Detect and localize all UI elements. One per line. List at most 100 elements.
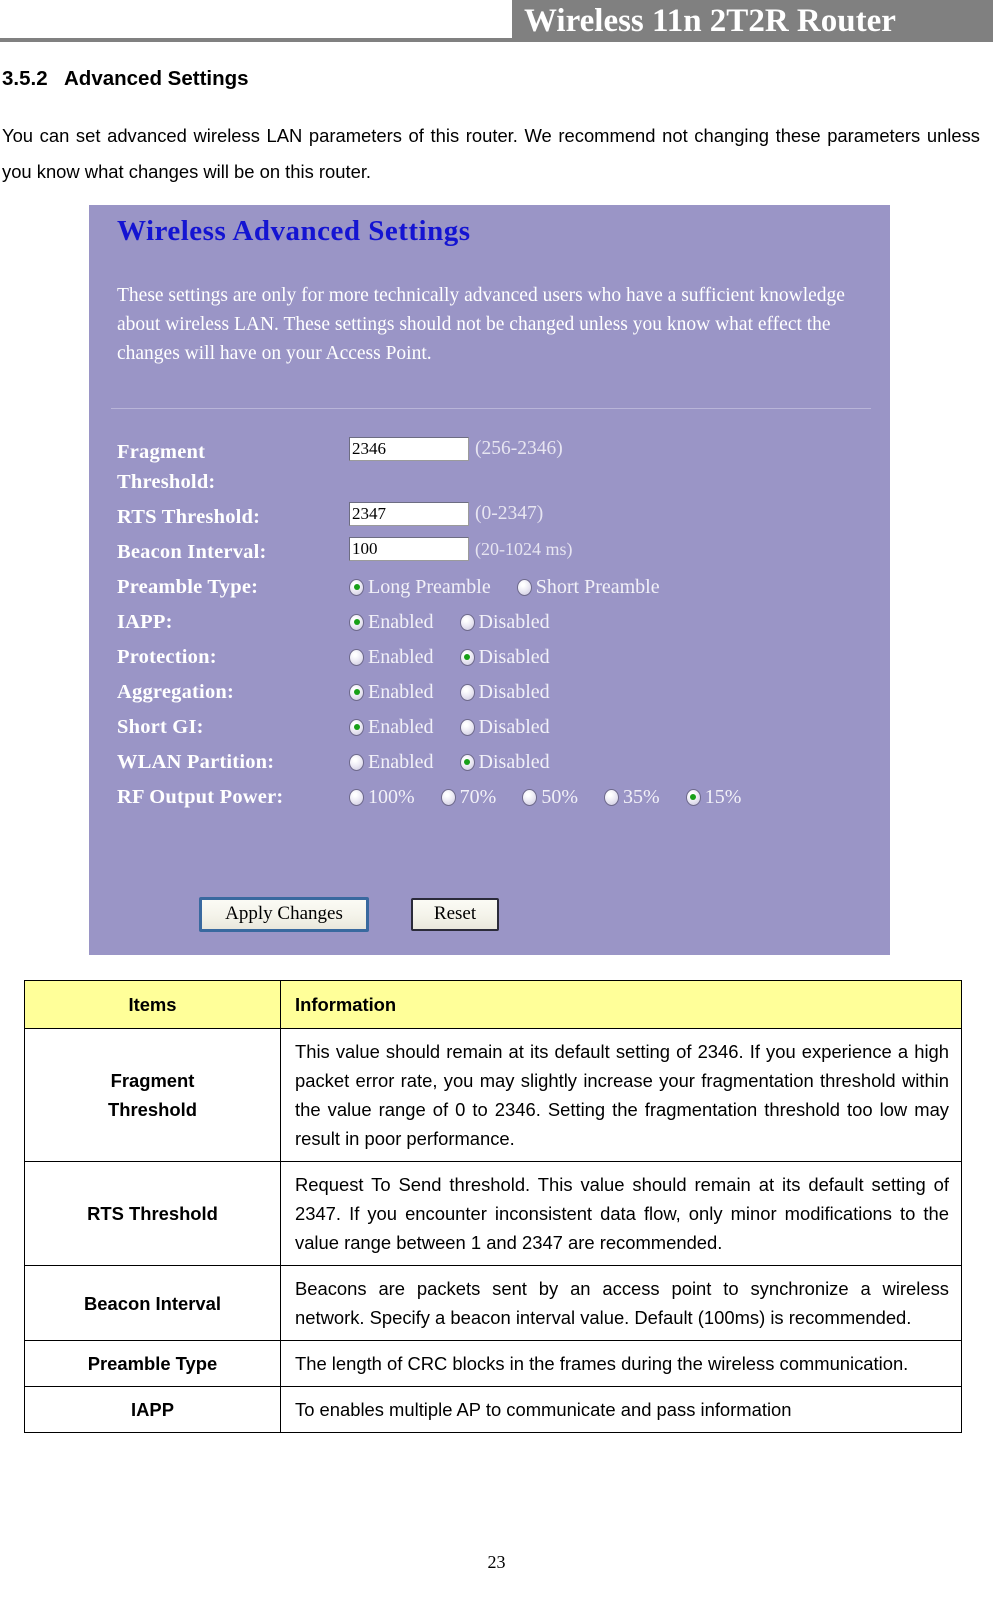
radio-dot-icon[interactable] bbox=[604, 788, 620, 806]
field-row-wlan-partition: WLAN Partition: Enabled Disabled bbox=[117, 747, 877, 777]
radio-protection-enabled[interactable]: Enabled bbox=[349, 645, 434, 669]
radio-rf-power-50[interactable]: 50% bbox=[522, 785, 578, 809]
radio-dot-icon[interactable] bbox=[459, 718, 475, 736]
radio-dot-icon[interactable] bbox=[349, 578, 364, 596]
protection-radio-group: Enabled Disabled bbox=[349, 642, 566, 672]
radio-dot-icon[interactable] bbox=[349, 648, 364, 666]
radio-label: Disabled bbox=[478, 646, 550, 668]
preamble-type-label: Preamble Type: bbox=[117, 576, 259, 598]
radio-dot-icon[interactable] bbox=[349, 683, 364, 701]
panel-divider bbox=[111, 408, 871, 409]
table-row: Preamble Type The length of CRC blocks i… bbox=[24, 1340, 962, 1387]
radio-rf-power-70[interactable]: 70% bbox=[440, 785, 496, 809]
radio-label: 100% bbox=[368, 786, 415, 808]
radio-short-gi-disabled[interactable]: Disabled bbox=[459, 715, 550, 739]
fragment-threshold-label: Fragment Threshold: bbox=[117, 437, 349, 497]
radio-dot-icon[interactable] bbox=[349, 613, 364, 631]
radio-rf-power-15[interactable]: 15% bbox=[685, 785, 742, 809]
beacon-interval-range-hint: (20-1024 ms) bbox=[475, 538, 573, 559]
row-item-preamble-type: Preamble Type bbox=[24, 1340, 281, 1387]
radio-dot-icon[interactable] bbox=[440, 788, 456, 806]
section-heading: 3.5.2 Advanced Settings bbox=[2, 67, 249, 91]
panel-title: Wireless Advanced Settings bbox=[117, 215, 471, 247]
radio-label: 15% bbox=[704, 786, 742, 808]
row-item-iapp: IAPP bbox=[24, 1386, 281, 1433]
radio-aggregation-enabled[interactable]: Enabled bbox=[349, 680, 434, 704]
radio-dot-icon[interactable] bbox=[349, 788, 364, 806]
items-information-table: Items Information Fragment Threshold Thi… bbox=[24, 980, 962, 1433]
row-item-line2: Threshold bbox=[108, 1099, 197, 1120]
row-info-rts-threshold: Request To Send threshold. This value sh… bbox=[280, 1161, 962, 1266]
radio-label: Enabled bbox=[368, 681, 434, 703]
row-item-line1: Fragment bbox=[110, 1070, 195, 1091]
protection-label: Protection: bbox=[117, 646, 217, 668]
iapp-label: IAPP: bbox=[117, 611, 173, 633]
rts-threshold-input[interactable] bbox=[349, 502, 469, 526]
field-row-rf-output-power: RF Output Power: 100% 70% 50% 35% 15% bbox=[117, 782, 877, 812]
row-info-preamble-type: The length of CRC blocks in the frames d… bbox=[280, 1340, 962, 1387]
radio-aggregation-disabled[interactable]: Disabled bbox=[459, 680, 550, 704]
fragment-threshold-label-line2: Threshold: bbox=[117, 471, 216, 493]
router-settings-panel: Wireless Advanced Settings These setting… bbox=[89, 205, 890, 955]
rts-threshold-label: RTS Threshold: bbox=[117, 506, 261, 528]
panel-description: These settings are only for more technic… bbox=[117, 285, 845, 364]
section-title: Advanced Settings bbox=[64, 67, 249, 90]
radio-wlan-partition-disabled[interactable]: Disabled bbox=[459, 750, 550, 774]
radio-rf-power-35[interactable]: 35% bbox=[604, 785, 660, 809]
radio-dot-icon[interactable] bbox=[349, 753, 364, 771]
beacon-interval-label: Beacon Interval: bbox=[117, 541, 267, 563]
reset-button[interactable]: Reset bbox=[411, 898, 499, 931]
short-gi-label: Short GI: bbox=[117, 716, 204, 738]
radio-label: Disabled bbox=[478, 716, 550, 738]
row-info-fragment-threshold: This value should remain at its default … bbox=[280, 1028, 962, 1162]
radio-dot-icon[interactable] bbox=[516, 578, 532, 596]
wlan-partition-label: WLAN Partition: bbox=[117, 751, 275, 773]
radio-preamble-long[interactable]: Long Preamble bbox=[349, 575, 491, 599]
apply-changes-button[interactable]: Apply Changes bbox=[199, 897, 369, 932]
radio-label: 50% bbox=[541, 786, 579, 808]
radio-rf-power-100[interactable]: 100% bbox=[349, 785, 415, 809]
column-header-items: Items bbox=[24, 980, 281, 1029]
panel-button-row: Apply Changes Reset bbox=[199, 897, 499, 932]
radio-label: Disabled bbox=[478, 751, 550, 773]
radio-label: Short Preamble bbox=[535, 576, 660, 598]
radio-dot-icon[interactable] bbox=[459, 753, 475, 771]
beacon-interval-input[interactable] bbox=[349, 537, 469, 561]
fragment-threshold-range-hint: (256-2346) bbox=[475, 438, 563, 459]
radio-label: Long Preamble bbox=[368, 576, 491, 598]
radio-label: Disabled bbox=[478, 681, 550, 703]
radio-iapp-enabled[interactable]: Enabled bbox=[349, 610, 434, 634]
row-item-rts-threshold: RTS Threshold bbox=[24, 1161, 281, 1266]
table-header-row: Items Information bbox=[24, 980, 962, 1029]
radio-protection-disabled[interactable]: Disabled bbox=[459, 645, 550, 669]
header-divider-rule bbox=[0, 38, 512, 42]
radio-wlan-partition-enabled[interactable]: Enabled bbox=[349, 750, 434, 774]
fragment-threshold-control: (256-2346) bbox=[349, 437, 563, 461]
iapp-radio-group: Enabled Disabled bbox=[349, 607, 566, 637]
radio-short-gi-enabled[interactable]: Enabled bbox=[349, 715, 434, 739]
field-row-rts-threshold: RTS Threshold: (0-2347) bbox=[117, 502, 877, 532]
short-gi-radio-group: Enabled Disabled bbox=[349, 712, 566, 742]
table-row: RTS Threshold Request To Send threshold.… bbox=[24, 1161, 962, 1266]
page-number: 23 bbox=[487, 1552, 506, 1572]
rf-output-power-radio-group: 100% 70% 50% 35% 15% bbox=[349, 782, 757, 812]
fragment-threshold-input[interactable] bbox=[349, 437, 469, 461]
field-row-iapp: IAPP: Enabled Disabled bbox=[117, 607, 877, 637]
table-row: Fragment Threshold This value should rem… bbox=[24, 1028, 962, 1162]
fragment-threshold-label-line1: Fragment bbox=[117, 441, 206, 463]
radio-label: Enabled bbox=[368, 611, 434, 633]
radio-dot-icon[interactable] bbox=[459, 613, 475, 631]
radio-iapp-disabled[interactable]: Disabled bbox=[459, 610, 550, 634]
field-row-short-gi: Short GI: Enabled Disabled bbox=[117, 712, 877, 742]
radio-dot-icon[interactable] bbox=[685, 788, 701, 806]
radio-dot-icon[interactable] bbox=[459, 683, 475, 701]
document-title: Wireless 11n 2T2R Router bbox=[524, 3, 896, 39]
radio-dot-icon[interactable] bbox=[349, 718, 364, 736]
radio-dot-icon[interactable] bbox=[459, 648, 475, 666]
radio-preamble-short[interactable]: Short Preamble bbox=[516, 575, 660, 599]
radio-dot-icon[interactable] bbox=[522, 788, 538, 806]
beacon-interval-control: (20-1024 ms) bbox=[349, 537, 573, 561]
aggregation-radio-group: Enabled Disabled bbox=[349, 677, 566, 707]
row-info-beacon-interval: Beacons are packets sent by an access po… bbox=[280, 1265, 962, 1341]
wlan-partition-radio-group: Enabled Disabled bbox=[349, 747, 566, 777]
